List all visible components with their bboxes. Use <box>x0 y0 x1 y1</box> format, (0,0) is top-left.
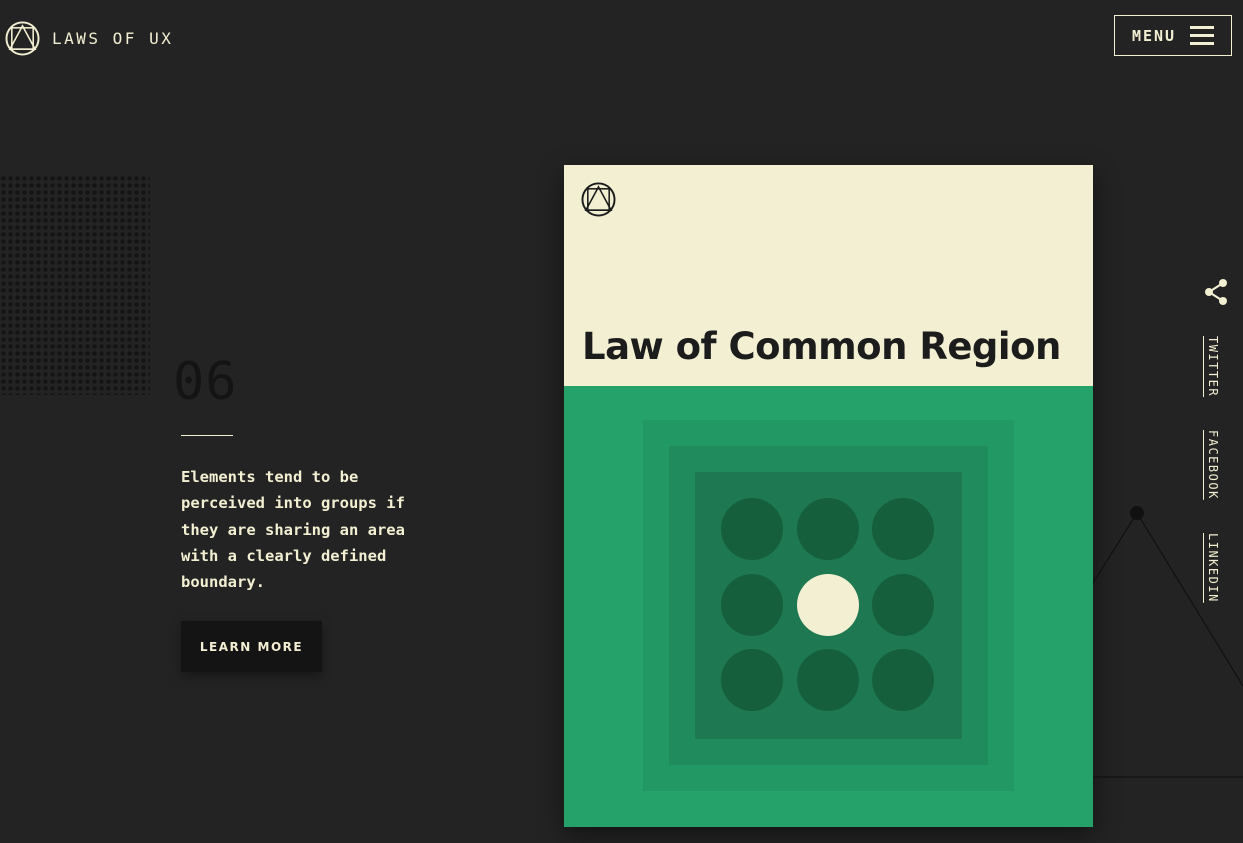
card-illustration <box>564 386 1093 827</box>
share-icon[interactable] <box>1203 278 1229 306</box>
law-card[interactable]: Law of Common Region <box>564 165 1093 827</box>
grid-circle <box>797 649 859 711</box>
twitter-link[interactable]: TWITTER <box>1206 336 1220 397</box>
grid-circle <box>872 498 934 560</box>
page: LAWS OF UX MENU 06 Elements tend to be p… <box>0 0 1243 843</box>
logo-icon <box>5 21 40 56</box>
linkedin-link[interactable]: LINKEDIN <box>1206 533 1220 603</box>
region-outer <box>643 420 1014 791</box>
dot-grid-decoration <box>0 175 150 395</box>
grid-circle <box>872 574 934 636</box>
region-middle <box>669 446 988 765</box>
logo-icon <box>581 182 616 217</box>
decorative-lines <box>1093 506 1243 778</box>
grid-circle <box>872 649 934 711</box>
law-number: 06 <box>173 352 238 412</box>
learn-more-button[interactable]: LEARN MORE <box>181 621 322 672</box>
law-description: Elements tend to be perceived into group… <box>181 468 405 592</box>
menu-button[interactable]: MENU <box>1114 15 1232 56</box>
law-title: Law of Common Region <box>582 325 1061 368</box>
facebook-link[interactable]: FACEBOOK <box>1206 430 1220 500</box>
grid-circle <box>721 498 783 560</box>
card-header: Law of Common Region <box>564 165 1093 386</box>
brand-name: LAWS OF UX <box>52 29 174 48</box>
highlighted-circle <box>797 574 859 636</box>
grid-circle <box>721 649 783 711</box>
grid-circle <box>797 498 859 560</box>
region-inner <box>695 472 962 739</box>
grid-circle <box>721 574 783 636</box>
brand-link[interactable]: LAWS OF UX <box>5 21 173 56</box>
divider <box>181 435 233 436</box>
menu-label: MENU <box>1131 26 1177 45</box>
hamburger-icon <box>1190 26 1215 45</box>
